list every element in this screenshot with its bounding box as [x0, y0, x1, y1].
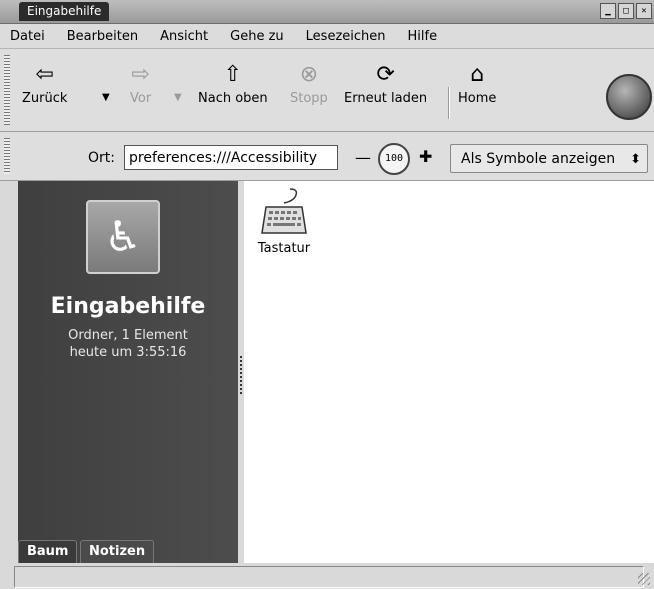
locationbar-grip[interactable] — [4, 138, 10, 174]
sidebar: ♿ Eingabehilfe Ordner, 1 Element heute u… — [18, 181, 238, 563]
menu-go[interactable]: Gehe zu — [219, 29, 295, 44]
keyboard-icon — [260, 187, 308, 237]
toolbar-grip[interactable] — [4, 55, 10, 125]
status-text-field — [14, 566, 644, 588]
zoom-out-button[interactable]: — — [355, 148, 371, 167]
back-label: Zurück — [22, 91, 68, 106]
menu-help[interactable]: Hilfe — [397, 29, 449, 44]
forward-history-dropdown[interactable]: ▼ — [174, 92, 182, 103]
forward-label: Vor — [130, 91, 152, 106]
menu-file[interactable]: Datei — [0, 29, 56, 44]
view-mode-value: Als Symbole anzeigen — [461, 151, 616, 167]
toolbar-separator — [448, 87, 450, 119]
back-history-dropdown[interactable]: ▼ — [102, 92, 110, 103]
file-view[interactable]: Tastatur — [244, 181, 654, 563]
toolbar: ⇦ Zurück ▼ ⇨ Vor ▼ ⇧ Nach oben ⊗ Stopp ⟳… — [0, 49, 654, 132]
divider-grip[interactable] — [240, 356, 242, 396]
forward-arrow-icon: ⇨ — [131, 62, 150, 87]
back-arrow-icon: ⇦ — [35, 62, 54, 87]
activity-throbber — [606, 74, 652, 120]
menu-view[interactable]: Ansicht — [149, 29, 219, 44]
wheelchair-accessibility-icon: ♿ — [86, 200, 160, 274]
file-item-tastatur[interactable]: Tastatur — [251, 187, 317, 256]
tab-notes[interactable]: Notizen — [80, 540, 155, 563]
sidebar-info-type: Ordner, 1 Element — [68, 328, 188, 343]
stop-button[interactable]: ⊗ Stopp — [290, 61, 328, 106]
left-strip — [0, 181, 18, 563]
tab-tree[interactable]: Baum — [18, 540, 78, 563]
sidebar-title: Eingabehilfe — [50, 294, 206, 319]
file-item-label: Tastatur — [257, 241, 311, 256]
up-button[interactable]: ⇧ Nach oben — [198, 61, 268, 106]
location-label: Ort: — [88, 150, 115, 166]
zoom-in-button[interactable]: ✚ — [419, 147, 432, 166]
menubar: Datei Bearbeiten Ansicht Gehe zu Lesezei… — [0, 24, 654, 49]
menu-bookmarks[interactable]: Lesezeichen — [295, 29, 397, 44]
zoom-level-button[interactable]: 100 — [378, 143, 410, 175]
minimize-button[interactable]: ▁ — [600, 3, 616, 19]
up-arrow-icon: ⇧ — [223, 62, 243, 87]
window-titlebar[interactable]: Eingabehilfe ▁ □ ✕ — [0, 0, 654, 24]
status-bar — [0, 563, 654, 589]
menu-edit[interactable]: Bearbeiten — [56, 29, 149, 44]
reload-label: Erneut laden — [344, 91, 428, 106]
stop-icon: ⊗ — [299, 62, 319, 87]
home-button[interactable]: ⌂ Home — [458, 61, 496, 106]
location-input[interactable]: preferences:///Accessibility — [124, 145, 338, 170]
resize-grip-icon[interactable] — [638, 573, 650, 585]
up-label: Nach oben — [198, 91, 268, 106]
view-mode-select[interactable]: Als Symbole anzeigen ⬍ — [450, 144, 648, 173]
reload-button[interactable]: ⟳ Erneut laden — [344, 61, 427, 106]
sidebar-tabs: Baum Notizen — [18, 536, 238, 563]
forward-button[interactable]: ⇨ Vor — [130, 61, 151, 106]
home-icon: ⌂ — [470, 62, 485, 87]
maximize-button[interactable]: □ — [618, 3, 634, 19]
stop-label: Stopp — [290, 91, 328, 106]
back-button[interactable]: ⇦ Zurück — [22, 61, 67, 106]
updown-arrow-icon: ⬍ — [630, 152, 641, 167]
close-button[interactable]: ✕ — [636, 3, 652, 19]
home-label: Home — [458, 91, 497, 106]
location-bar: Ort: preferences:///Accessibility — 100 … — [0, 132, 654, 181]
reload-icon: ⟳ — [376, 62, 395, 87]
window-title: Eingabehilfe — [19, 2, 110, 21]
sidebar-info-date: heute um 3:55:16 — [69, 345, 187, 360]
